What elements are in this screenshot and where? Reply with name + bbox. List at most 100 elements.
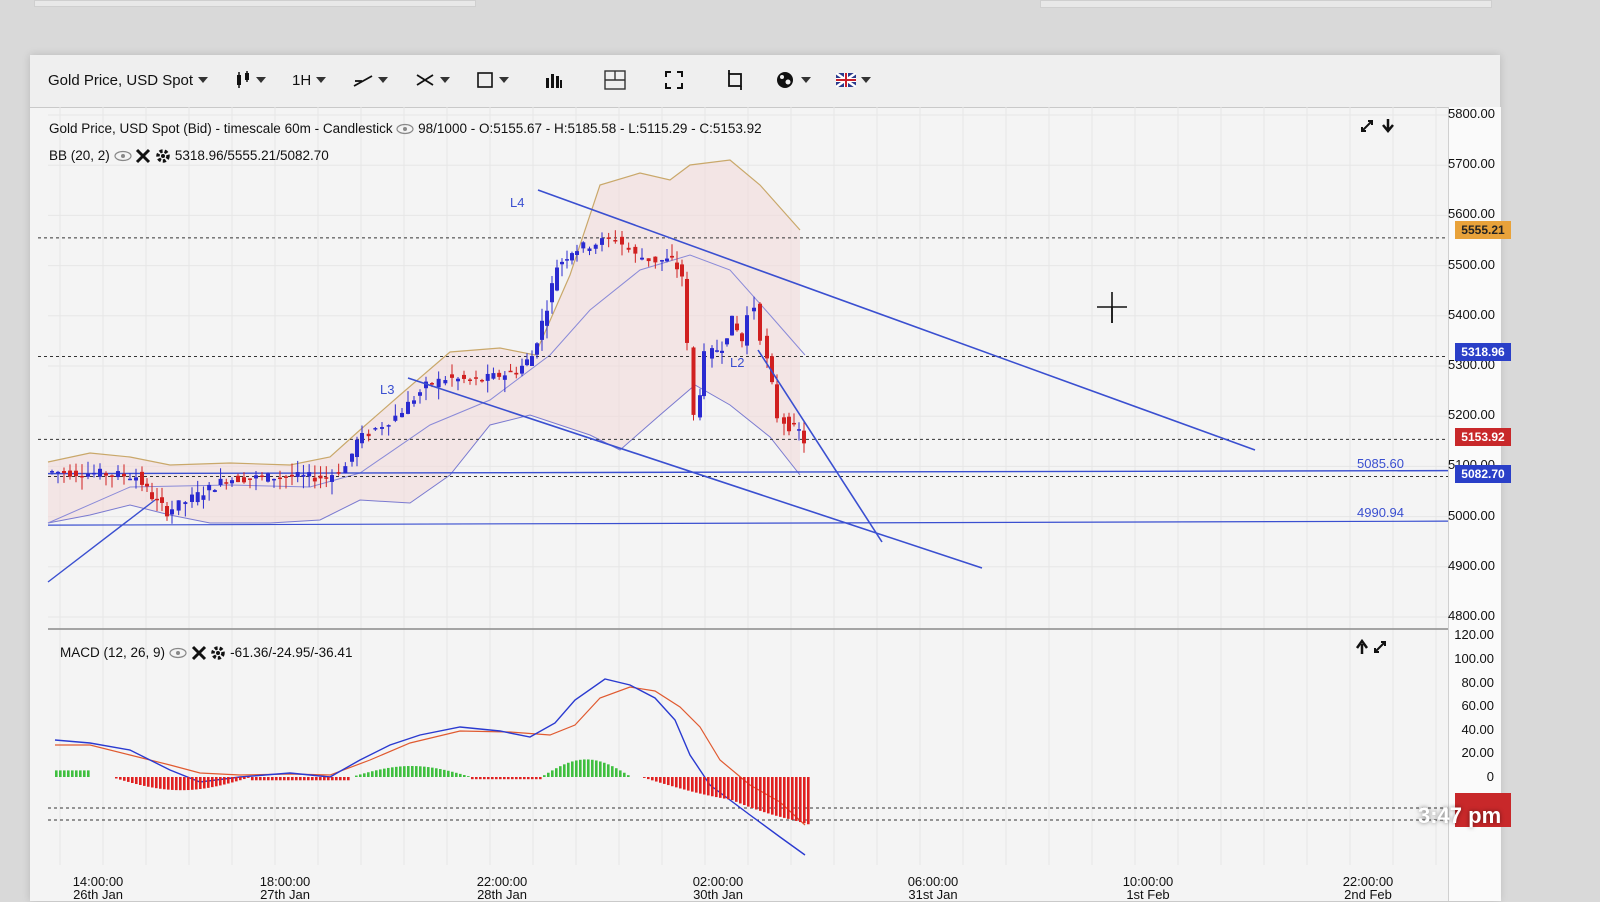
macd-histogram-bar: [423, 766, 426, 777]
macd-histogram-bar: [387, 767, 390, 777]
macd-histogram-bar: [287, 777, 290, 781]
candle-body: [797, 429, 801, 431]
eye-icon[interactable]: [396, 123, 414, 135]
close-icon[interactable]: [135, 148, 151, 164]
macd-histogram-bar: [363, 773, 366, 777]
chart-window: Gold Price, USD Spot 1H Gold Price, USD …: [30, 55, 1511, 902]
eye-icon[interactable]: [113, 150, 132, 162]
macd-histogram-bar: [683, 777, 686, 790]
candle-body: [468, 379, 472, 381]
macd-histogram-bar: [723, 777, 726, 799]
arrow-down-icon[interactable]: [1382, 119, 1394, 133]
macd-histogram-bar: [431, 767, 434, 777]
macd-histogram-bar: [715, 777, 718, 798]
candle-body: [535, 343, 539, 355]
candle-body: [170, 509, 174, 515]
candle-body: [680, 264, 684, 277]
time-tick-label: 02:00:00 30th Jan: [692, 874, 744, 902]
resize-icon[interactable]: [1361, 120, 1373, 132]
panel-controls-icons: [1355, 638, 1386, 654]
candle-body: [260, 475, 264, 478]
macd-histogram-bar: [151, 777, 154, 788]
macd-histogram-bar: [707, 777, 710, 796]
macd-histogram-bar: [227, 777, 230, 784]
macd-histogram-bar: [455, 772, 458, 777]
candle-body: [393, 415, 398, 421]
macd-histogram-bar: [527, 777, 530, 780]
arrow-up-icon[interactable]: [1355, 638, 1369, 654]
macd-histogram-bar: [583, 759, 586, 777]
candle-body: [575, 251, 579, 255]
macd-histogram-bar: [655, 777, 658, 782]
candle-body: [110, 475, 114, 477]
price-tick-label: 5400.00: [1448, 306, 1495, 322]
macd-histogram-bar: [271, 777, 274, 781]
macd-histogram-bar: [807, 777, 810, 825]
candle-body: [691, 347, 696, 415]
candle-body: [176, 500, 181, 511]
candle-body: [745, 315, 749, 346]
macd-histogram-bar: [479, 777, 482, 780]
macd-histogram-bar: [275, 777, 278, 781]
candle-body: [565, 259, 569, 261]
macd-histogram-bar: [535, 777, 538, 780]
macd-histogram-bar: [599, 761, 602, 777]
macd-histogram-bar: [463, 774, 466, 777]
macd-histogram-bar: [155, 777, 158, 789]
candle-body: [400, 412, 404, 418]
candle-body: [201, 495, 206, 500]
macd-tick-label: 80.00: [1461, 674, 1494, 690]
macd-histogram-bar: [771, 777, 774, 815]
eye-icon[interactable]: [169, 647, 187, 659]
candle-body: [685, 278, 689, 343]
candle-body: [665, 258, 669, 262]
macd-histogram-bar: [483, 777, 486, 780]
gear-icon[interactable]: [155, 148, 171, 164]
close-icon[interactable]: [191, 645, 207, 661]
candle-body: [474, 377, 478, 379]
macd-histogram-bar: [755, 777, 758, 810]
macd-histogram-bar: [427, 767, 430, 777]
macd-histogram-bar: [87, 770, 90, 777]
candle-body: [485, 373, 490, 381]
macd-histogram-bar: [611, 766, 614, 777]
macd-histogram-bar: [571, 761, 574, 777]
bb-label: BB (20, 2): [49, 148, 110, 163]
candle-body: [456, 378, 460, 382]
macd-histogram-bar: [607, 764, 610, 777]
macd-histogram-bar: [411, 766, 414, 777]
macd-histogram-bar: [359, 774, 362, 777]
candle-body: [555, 267, 559, 291]
macd-histogram-bar: [187, 777, 190, 791]
gear-icon[interactable]: [210, 645, 226, 661]
price-tick-label: 4800.00: [1448, 608, 1495, 623]
candle-body: [207, 484, 212, 491]
macd-histogram-bar: [223, 777, 226, 785]
candle-body: [195, 492, 200, 503]
resize-icon[interactable]: [1374, 641, 1386, 653]
macd-tick-label: 20.00: [1461, 745, 1494, 761]
macd-histogram-bar: [735, 777, 738, 802]
macd-histogram-bar: [795, 777, 798, 821]
candle-body: [758, 303, 762, 341]
candle-body: [242, 477, 246, 483]
macd-histogram-bar: [419, 766, 422, 777]
macd-histogram-bar: [555, 768, 558, 777]
candle-body: [443, 380, 448, 384]
macd-histogram-bar: [295, 777, 298, 781]
candle-body: [50, 471, 54, 473]
candle-body: [606, 237, 611, 239]
macd-histogram-bar: [63, 770, 66, 777]
macd-histogram-bar: [727, 777, 730, 800]
candle-body: [675, 262, 679, 270]
candle-body: [80, 475, 84, 478]
macd-histogram-bar: [131, 777, 134, 783]
macd-histogram-bar: [219, 777, 222, 786]
price-chart[interactable]: [30, 55, 1448, 901]
candle-body: [702, 351, 706, 397]
candle-body: [640, 257, 644, 260]
candle-body: [150, 492, 154, 500]
candle-body: [436, 378, 441, 388]
candle-body: [330, 475, 334, 482]
macd-histogram-bar: [691, 777, 694, 792]
